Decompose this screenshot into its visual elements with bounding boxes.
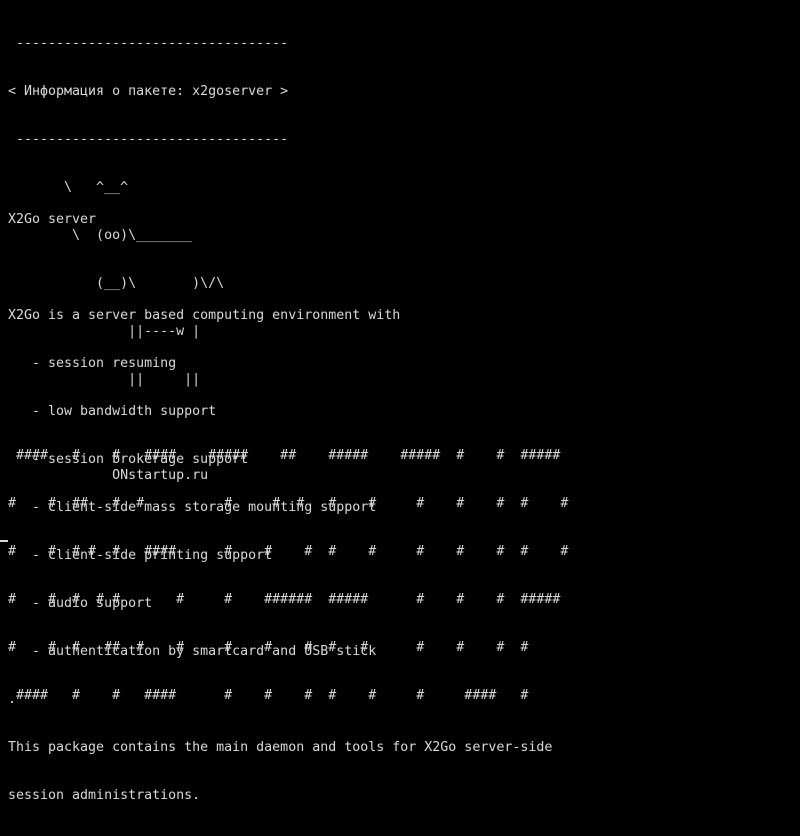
terminal-screen[interactable]: ---------------------------------- < Инф… [0,0,800,803]
feature-item: - session resuming [8,356,177,371]
banner-line: # # # # # # # ###### ##### # # # ##### [8,592,561,607]
package-intro: X2Go is a server based computing environ… [8,308,401,323]
banner-line: # # # # # #### # # # # # # # # # # [8,544,569,559]
speech-bubble-text: < Информация о пакете: x2goserver > [8,84,289,99]
text-cursor [0,540,8,542]
description-line: This package contains the main daemon an… [8,740,553,755]
speech-bubble-top: ---------------------------------- [8,36,289,51]
banner-line: #### # # #### # # # # # # #### # [8,688,529,703]
package-title: X2Go server [8,212,97,227]
description-line: session administrations. [8,788,201,803]
banner-line: #### # # #### ##### ## ##### ##### # # #… [8,448,561,463]
speech-bubble-bottom: ---------------------------------- [8,132,289,147]
ascii-banner: #### # # #### ##### ## ##### ##### # # #… [8,416,568,736]
banner-line: # # # ## # # # # # # # # # # # [8,640,529,655]
banner-line: # # ## # # # # # # # # # # # # [8,496,569,511]
